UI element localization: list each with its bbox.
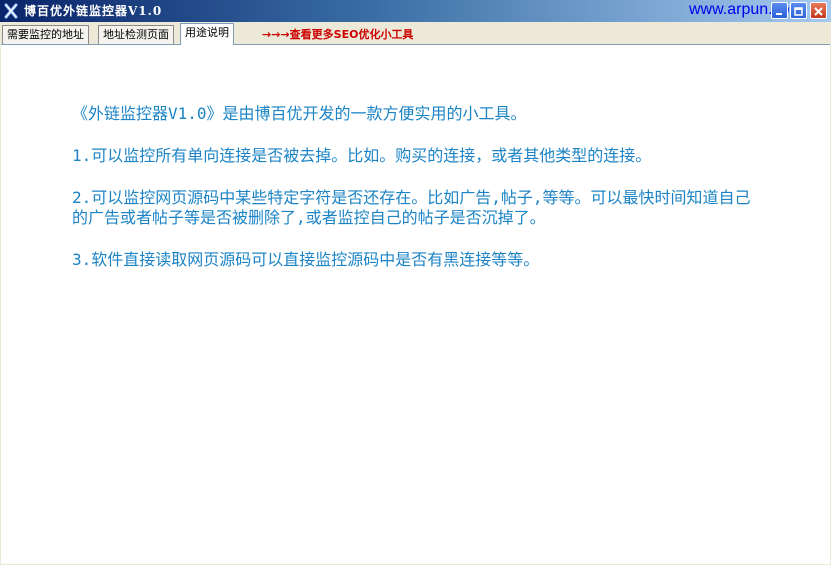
feature-paragraph-2: 2.可以监控网页源码中某些特定字符是否还存在。比如广告,帖子,等等。可以最快时间… — [72, 188, 751, 227]
tab-bar: 需要监控的地址 地址检测页面 用途说明 →→→查看更多SEO优化小工具 — [0, 23, 831, 45]
window-title: 博百优外链监控器V1.0 — [24, 4, 163, 18]
close-button[interactable] — [810, 2, 827, 19]
close-icon — [814, 1, 823, 20]
minimize-button[interactable] — [771, 2, 788, 19]
x-logo-icon — [3, 3, 19, 19]
feature-paragraph-1: 1.可以监控所有单向连接是否被去掉。比如。购买的连接，或者其他类型的连接。 — [72, 146, 652, 165]
seo-tools-link[interactable]: →→→查看更多SEO优化小工具 — [262, 28, 413, 42]
tab-address-check[interactable]: 地址检测页面 — [98, 25, 174, 44]
tab-content-panel: 《外链监控器V1.0》是由博百优开发的一款方便实用的小工具。 1.可以监控所有单… — [1, 44, 830, 564]
maximize-button[interactable] — [790, 2, 807, 19]
feature-paragraph-3: 3.软件直接读取网页源码可以直接监控源码中是否有黑连接等等。 — [72, 250, 540, 269]
title-bar[interactable]: 博百优外链监控器V1.0 www.arpun.com — [0, 0, 831, 22]
tab-monitor-addresses[interactable]: 需要监控的地址 — [2, 25, 89, 44]
description-text: 《外链监控器V1.0》是由博百优开发的一款方便实用的小工具。 1.可以监控所有单… — [72, 104, 762, 292]
app-window: 博百优外链监控器V1.0 www.arpun.com 需要监控的地址 地址检测页… — [0, 0, 831, 565]
tab-usage-description[interactable]: 用途说明 — [180, 23, 234, 45]
intro-paragraph: 《外链监控器V1.0》是由博百优开发的一款方便实用的小工具。 — [72, 104, 527, 123]
maximize-icon — [794, 1, 803, 20]
minimize-icon — [775, 1, 784, 20]
